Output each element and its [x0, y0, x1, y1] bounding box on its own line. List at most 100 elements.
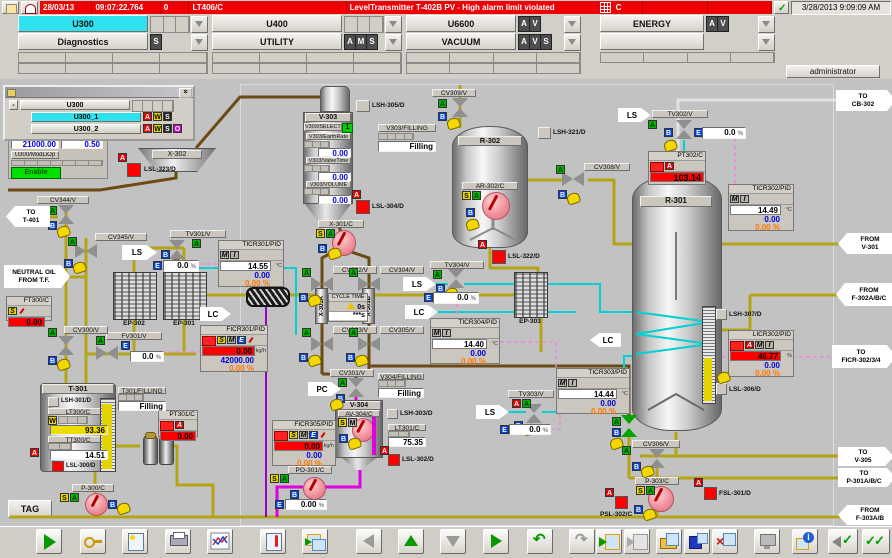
psl302-alarm-badge[interactable]: A	[605, 488, 614, 497]
tree-root-u300[interactable]: U300	[20, 100, 130, 110]
u300-1-s-badge[interactable]: S	[163, 112, 172, 121]
unit-tree-popup[interactable]: × - U300 U300_1 A W S U300_2 A W S O	[3, 85, 195, 141]
fv301-plate[interactable]: FV301/V	[106, 332, 162, 340]
ar302-b-badge[interactable]: B	[466, 208, 475, 217]
u300-1-alarm-badge[interactable]: A	[143, 112, 152, 121]
fv301-output[interactable]: 0.0 %	[130, 351, 164, 362]
flow-to-v305[interactable]: TOV-305	[838, 447, 892, 466]
cv304-plate[interactable]: CV304/V	[380, 266, 424, 274]
cv344-plate[interactable]: CV344/V	[37, 196, 89, 204]
cv305-plate[interactable]: CV305/V	[380, 326, 424, 334]
cv300-auto-badge[interactable]: A	[48, 328, 57, 337]
tv303-alarm-badge[interactable]: A	[512, 399, 521, 408]
p303-auto-badge[interactable]: A	[646, 486, 655, 495]
tv304-e-badge[interactable]: E	[424, 293, 433, 302]
faceplate-ticr301[interactable]: TICR301/PID MI 14.55°C 0.00 0.00 %	[218, 240, 284, 287]
r301-bottom-b-badge[interactable]: B	[612, 428, 621, 437]
u300-2-s-badge[interactable]: S	[163, 124, 172, 133]
v303-volume-cells[interactable]	[304, 188, 330, 195]
lsl300-indicator[interactable]	[52, 461, 64, 472]
flow-to-cb302[interactable]: TOCB-302	[836, 90, 892, 111]
tv303-auto-badge[interactable]: A	[522, 399, 531, 408]
ticr303-i[interactable]: I	[568, 379, 577, 387]
p300-plate[interactable]: P-300/C	[72, 484, 114, 492]
mod-cells[interactable]	[11, 160, 103, 166]
cv306-auto-badge[interactable]: A	[622, 446, 631, 455]
lsl322-indicator[interactable]	[492, 250, 506, 264]
close-icon[interactable]: ×	[179, 88, 192, 98]
valve-cv304[interactable]	[358, 277, 380, 292]
cv300-b-badge[interactable]: B	[48, 356, 57, 365]
av304-s-badge[interactable]: S	[338, 418, 347, 427]
lsh307-indicator[interactable]	[716, 309, 727, 320]
ar302-plate[interactable]: AR-302/C	[462, 182, 518, 190]
po301-s-badge[interactable]: S	[270, 474, 279, 483]
lsh321-indicator[interactable]	[538, 127, 551, 139]
ficr301-s[interactable]: S	[217, 336, 226, 344]
po301-output[interactable]: 0.00 %	[285, 499, 327, 510]
lt300-plate[interactable]: LT300/C	[48, 408, 108, 415]
cv309-plate[interactable]: CV309/V	[432, 89, 476, 97]
tv302-output[interactable]: 0.0 %	[702, 127, 746, 139]
ar302-s-badge[interactable]: S	[462, 191, 471, 200]
cv308-b-badge[interactable]: B	[558, 190, 567, 199]
u300-1-warning-badge[interactable]: W	[153, 112, 162, 121]
lsh303-indicator[interactable]	[387, 409, 398, 419]
faceplate-ft300[interactable]: FT300/C S 0.00	[6, 296, 52, 321]
tv301-output[interactable]: 0.0 %	[163, 260, 199, 272]
enable-state[interactable]: Enable	[11, 167, 61, 179]
tv303-plate[interactable]: TV303/V	[508, 390, 554, 398]
p300-b-badge[interactable]: B	[108, 500, 117, 509]
u300-2-warning-badge[interactable]: W	[153, 124, 162, 133]
popup-titlebar[interactable]	[5, 87, 193, 98]
licr302-a[interactable]: A	[745, 341, 754, 349]
v303-filling-cells[interactable]	[378, 133, 414, 140]
valve-tv302[interactable]	[676, 120, 692, 139]
r301-bottom-auto-badge[interactable]: A	[612, 417, 621, 426]
cv304-auto-badge[interactable]: A	[349, 268, 358, 277]
tree-collapse[interactable]: -	[9, 100, 18, 110]
valve-cv345[interactable]	[75, 244, 97, 259]
faceplate-ticr304[interactable]: TICR304/PID MI 14.40°C 0.00 0.00 %	[430, 318, 500, 364]
v304-filling-cells[interactable]	[378, 380, 406, 387]
u300-2-alarm-badge[interactable]: A	[143, 124, 152, 133]
lt301-plate[interactable]: LT301/C	[388, 424, 426, 431]
flow-from-f303[interactable]: FROMF-303A/B	[838, 505, 892, 525]
flow-neutral-oil[interactable]: NEUTRAL OILFROM T.F.	[4, 265, 70, 288]
valve-tv304[interactable]	[448, 269, 464, 288]
p303-s-badge[interactable]: S	[636, 486, 645, 495]
flow-to-p301[interactable]: TOP-301A/B/C	[838, 468, 892, 487]
ar302-auto-badge[interactable]: A	[472, 191, 481, 200]
tv304-output[interactable]: 0.0 %	[433, 292, 479, 304]
licr302-m[interactable]: M	[755, 341, 764, 349]
tv302-plate[interactable]: TV302/V	[652, 110, 708, 118]
tv301-b-badge[interactable]: B	[161, 250, 170, 259]
cv308-auto-badge[interactable]: A	[556, 165, 565, 174]
lsh301-indicator[interactable]	[48, 397, 59, 407]
cv302-auto-badge[interactable]: A	[302, 268, 311, 277]
cv301-auto-badge[interactable]: A	[338, 378, 347, 387]
v303-valvetime-plate[interactable]: V303/ValveTime	[306, 157, 351, 164]
valve-cv308[interactable]	[562, 172, 584, 187]
p303-plate[interactable]: P-303/C	[635, 477, 679, 485]
x301c-s-badge[interactable]: S	[316, 229, 325, 238]
faceplate-ficr305[interactable]: FICR305/PID SME 0.00kg/h 0.00 0.00 %	[272, 420, 336, 466]
av304-plate[interactable]: AV-304/C	[338, 410, 380, 417]
po301-b-badge[interactable]: B	[290, 490, 299, 499]
cv345-auto-badge[interactable]: A	[68, 237, 77, 246]
x301c-plate[interactable]: X-301/C	[318, 220, 364, 228]
licr302-i[interactable]: I	[765, 341, 774, 349]
tv303-output[interactable]: 0.0 %	[509, 424, 551, 435]
flow-from-v301[interactable]: FROMV-301	[838, 233, 892, 254]
cv345-b-badge[interactable]: B	[64, 259, 73, 268]
valve-fv301[interactable]	[96, 346, 118, 361]
av304-m-badge[interactable]: M	[348, 418, 357, 427]
tv303-e-badge[interactable]: E	[500, 425, 509, 434]
po301-auto-badge[interactable]: A	[280, 474, 289, 483]
tv301-auto-badge[interactable]: A	[192, 239, 201, 248]
v303-valvetime-cells[interactable]	[304, 165, 330, 172]
ticr302-m[interactable]: M	[730, 195, 739, 203]
tv301-e-badge[interactable]: E	[153, 261, 162, 270]
fsl301-alarm-badge[interactable]: A	[694, 478, 703, 487]
valve-cv303[interactable]	[311, 337, 333, 352]
